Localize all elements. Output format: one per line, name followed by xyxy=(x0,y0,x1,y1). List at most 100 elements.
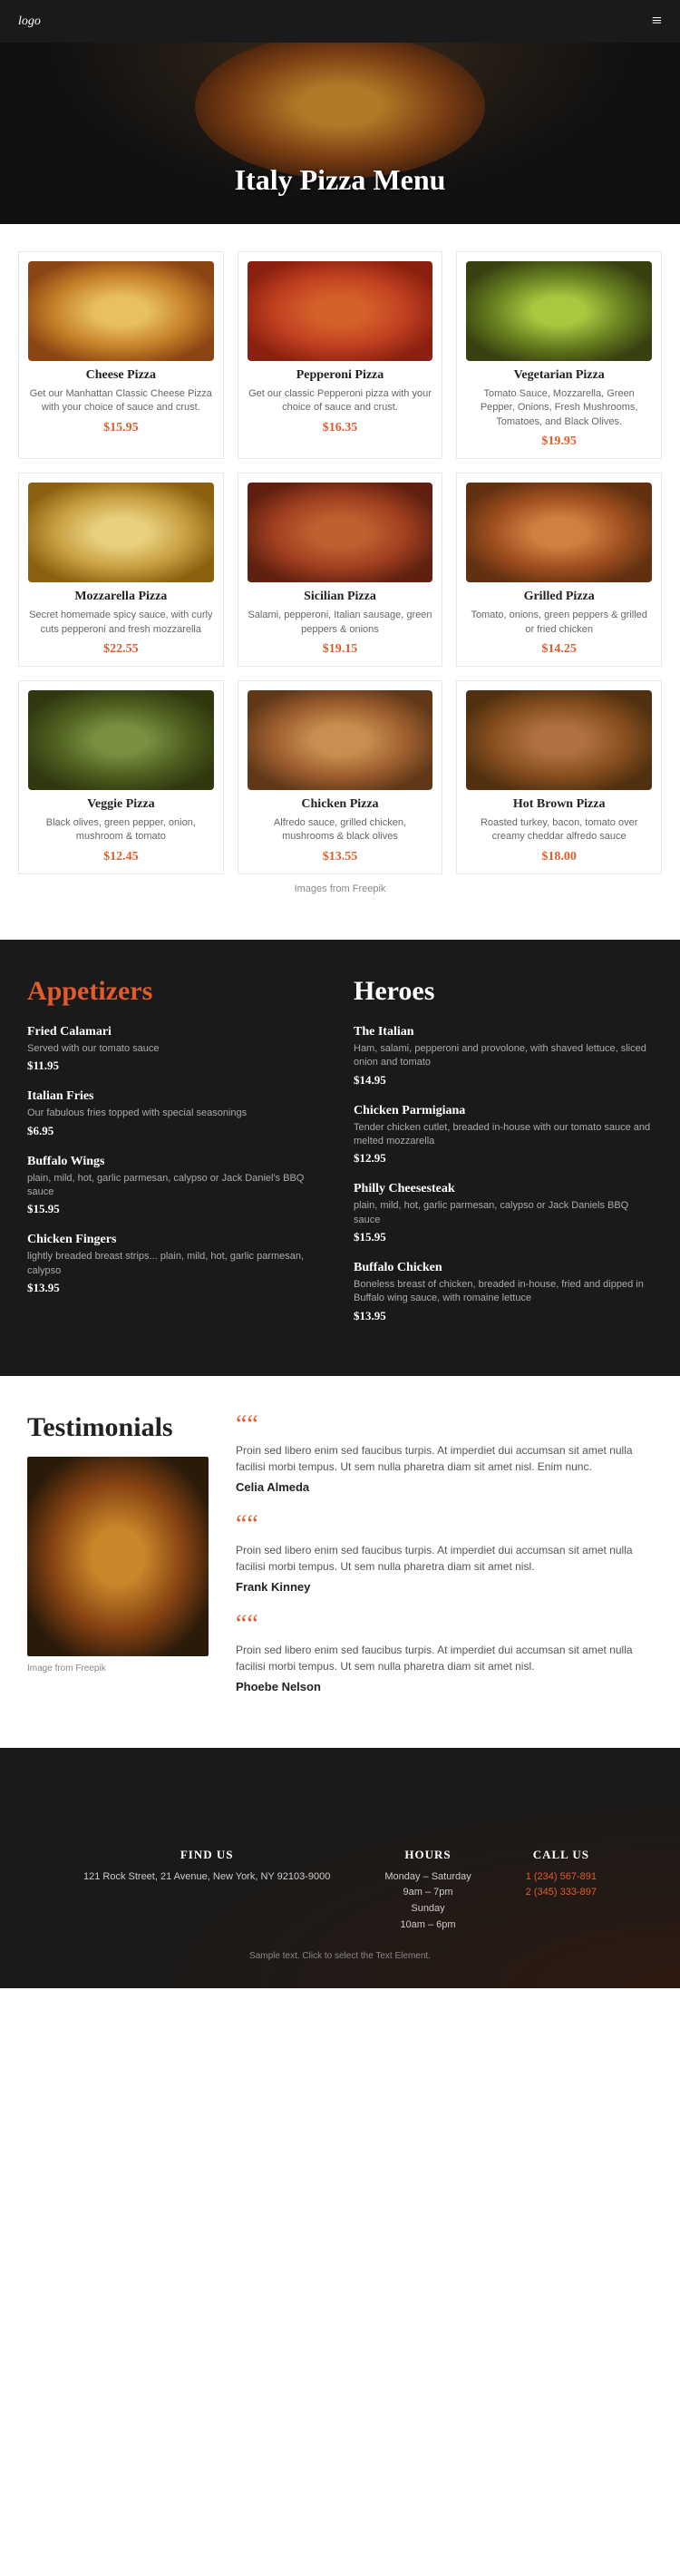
hero-name: The Italian xyxy=(354,1025,653,1039)
appetizer-price: $15.95 xyxy=(27,1202,326,1216)
call-us-label: CALL US xyxy=(526,1848,597,1862)
pizza-image xyxy=(466,483,652,582)
pizza-menu-section: Cheese Pizza Get our Manhattan Classic C… xyxy=(0,224,680,940)
appetizer-name: Chicken Fingers xyxy=(27,1233,326,1247)
hero-desc: Tender chicken cutlet, breaded in-house … xyxy=(354,1121,653,1149)
hero-name: Philly Cheesesteak xyxy=(354,1182,653,1196)
hero-price: $15.95 xyxy=(354,1230,653,1244)
hours-text: Monday – Saturday9am – 7pmSunday10am – 6… xyxy=(384,1869,471,1933)
pizza-card: Chicken Pizza Alfredo sauce, grilled chi… xyxy=(238,680,443,874)
testimonials-pizza-image xyxy=(27,1457,209,1656)
hero-desc: plain, mild, hot, garlic parmesan, calyp… xyxy=(354,1199,653,1227)
pizza-description: Tomato, onions, green peppers & grilled … xyxy=(466,609,652,637)
footer-hours: HOURS Monday – Saturday9am – 7pmSunday10… xyxy=(384,1848,471,1933)
pizza-description: Tomato Sauce, Mozzarella, Green Pepper, … xyxy=(466,387,652,429)
testimonials-left: Testimonials Image from Freepik xyxy=(27,1412,209,1712)
pizza-price: $13.55 xyxy=(248,850,433,864)
pizza-name: Mozzarella Pizza xyxy=(28,590,214,604)
appetizer-name: Buffalo Wings xyxy=(27,1155,326,1169)
pizza-card: Grilled Pizza Tomato, onions, green pepp… xyxy=(456,473,662,667)
pizza-price: $16.35 xyxy=(248,421,433,435)
appetizer-desc: lightly breaded breast strips... plain, … xyxy=(27,1250,326,1278)
pizza-name: Sicilian Pizza xyxy=(248,590,433,604)
pizza-name: Pepperoni Pizza xyxy=(248,368,433,383)
pizza-image xyxy=(248,261,433,361)
hamburger-menu-icon[interactable]: ≡ xyxy=(652,11,662,32)
hero-desc: Boneless breast of chicken, breaded in-h… xyxy=(354,1278,653,1306)
testimonial-name: Phoebe Nelson xyxy=(236,1680,653,1693)
pizza-description: Secret homemade spicy sauce, with curly … xyxy=(28,609,214,637)
pizza-image xyxy=(28,483,214,582)
logo: logo xyxy=(18,15,41,29)
hero-item: The Italian Ham, salami, pepperoni and p… xyxy=(354,1025,653,1088)
pizza-card: Sicilian Pizza Salami, pepperoni, Italia… xyxy=(238,473,443,667)
hero-name: Buffalo Chicken xyxy=(354,1261,653,1275)
hero-desc: Ham, salami, pepperoni and provolone, wi… xyxy=(354,1042,653,1070)
hero-price: $14.95 xyxy=(354,1073,653,1088)
pizza-description: Get our classic Pepperoni pizza with you… xyxy=(248,387,433,415)
heroes-heading: Heroes xyxy=(354,976,653,1007)
pizza-price: $18.00 xyxy=(466,850,652,864)
testimonials-image-note: Image from Freepik xyxy=(27,1664,209,1673)
pizza-image xyxy=(466,261,652,361)
pizza-description: Black olives, green pepper, onion, mushr… xyxy=(28,816,214,844)
footer-call-us: CALL US 1 (234) 567-8912 (345) 333-897 xyxy=(526,1848,597,1933)
pizza-grid: Cheese Pizza Get our Manhattan Classic C… xyxy=(18,251,662,874)
hero-price: $12.95 xyxy=(354,1151,653,1166)
phone-2: 2 (345) 333-897 xyxy=(526,1887,597,1898)
pizza-name: Grilled Pizza xyxy=(466,590,652,604)
appetizer-desc: Our fabulous fries topped with special s… xyxy=(27,1107,326,1120)
pizza-name: Vegetarian Pizza xyxy=(466,368,652,383)
testimonial-item: ““ Proin sed libero enim sed faucibus tu… xyxy=(236,1612,653,1693)
appetizer-price: $11.95 xyxy=(27,1059,326,1073)
testimonial-name: Frank Kinney xyxy=(236,1580,653,1594)
appetizers-column: Appetizers Fried Calamari Served with ou… xyxy=(27,976,326,1340)
pizza-image xyxy=(248,483,433,582)
pizza-image xyxy=(28,261,214,361)
testimonial-name: Celia Almeda xyxy=(236,1480,653,1494)
testimonials-section: Testimonials Image from Freepik ““ Proin… xyxy=(0,1376,680,1748)
footer: FIND US 121 Rock Street, 21 Avenue, New … xyxy=(0,1748,680,1988)
pizza-name: Chicken Pizza xyxy=(248,797,433,812)
testimonials-right: ““ Proin sed libero enim sed faucibus tu… xyxy=(236,1412,653,1712)
pizza-description: Salami, pepperoni, Italian sausage, gree… xyxy=(248,609,433,637)
appetizer-item: Buffalo Wings plain, mild, hot, garlic p… xyxy=(27,1155,326,1217)
pizza-image xyxy=(28,690,214,790)
pizza-card: Pepperoni Pizza Get our classic Pepperon… xyxy=(238,251,443,459)
appetizer-name: Italian Fries xyxy=(27,1089,326,1104)
pizza-description: Get our Manhattan Classic Cheese Pizza w… xyxy=(28,387,214,415)
pizza-description: Roasted turkey, bacon, tomato over cream… xyxy=(466,816,652,844)
find-us-text: 121 Rock Street, 21 Avenue, New York, NY… xyxy=(83,1869,330,1886)
heroes-column: Heroes The Italian Ham, salami, pepperon… xyxy=(354,976,653,1340)
appetizer-name: Fried Calamari xyxy=(27,1025,326,1039)
find-us-label: FIND US xyxy=(83,1848,330,1862)
pizza-card: Cheese Pizza Get our Manhattan Classic C… xyxy=(18,251,224,459)
appetizer-price: $13.95 xyxy=(27,1281,326,1295)
pizza-description: Alfredo sauce, grilled chicken, mushroom… xyxy=(248,816,433,844)
footer-find-us: FIND US 121 Rock Street, 21 Avenue, New … xyxy=(83,1848,330,1933)
testimonials-heading: Testimonials xyxy=(27,1412,209,1443)
appetizer-desc: Served with our tomato sauce xyxy=(27,1042,326,1056)
pizza-price: $14.25 xyxy=(466,642,652,657)
appetizer-item: Fried Calamari Served with our tomato sa… xyxy=(27,1025,326,1073)
hours-label: HOURS xyxy=(384,1848,471,1862)
hero-title: Italy Pizza Menu xyxy=(235,163,446,197)
pizza-card: Veggie Pizza Black olives, green pepper,… xyxy=(18,680,224,874)
pizza-name: Cheese Pizza xyxy=(28,368,214,383)
testimonial-item: ““ Proin sed libero enim sed faucibus tu… xyxy=(236,1412,653,1494)
hero-section: Italy Pizza Menu xyxy=(0,43,680,224)
hero-item: Chicken Parmigiana Tender chicken cutlet… xyxy=(354,1104,653,1166)
quote-mark-icon: ““ xyxy=(236,1612,653,1637)
call-us-text: 1 (234) 567-8912 (345) 333-897 xyxy=(526,1869,597,1901)
quote-mark-icon: ““ xyxy=(236,1512,653,1537)
appetizers-heroes-section: Appetizers Fried Calamari Served with ou… xyxy=(0,940,680,1376)
header: logo ≡ xyxy=(0,0,680,43)
appetizer-item: Italian Fries Our fabulous fries topped … xyxy=(27,1089,326,1137)
freepik-note: Images from Freepik xyxy=(18,874,662,912)
pizza-price: $15.95 xyxy=(28,421,214,435)
pizza-card: Mozzarella Pizza Secret homemade spicy s… xyxy=(18,473,224,667)
testimonial-text: Proin sed libero enim sed faucibus turpi… xyxy=(236,1542,653,1575)
pizza-price: $22.55 xyxy=(28,642,214,657)
pizza-price: $19.15 xyxy=(248,642,433,657)
testimonial-text: Proin sed libero enim sed faucibus turpi… xyxy=(236,1442,653,1475)
